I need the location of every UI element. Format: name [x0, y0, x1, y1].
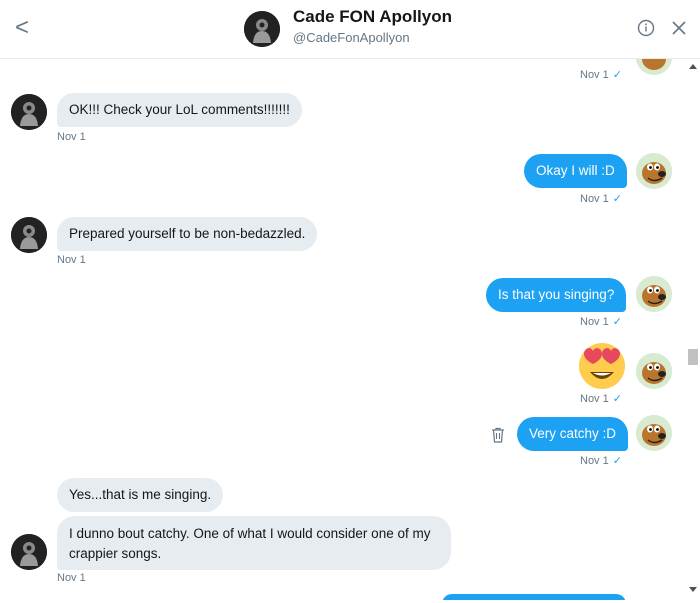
contact-name[interactable]: Cade FON Apollyon [293, 7, 452, 27]
message-list-scrollbar[interactable] [686, 59, 700, 600]
avatar-figure-icon [244, 11, 280, 47]
incoming-message-bubble[interactable]: I dunno bout catchy. One of what I would… [57, 516, 451, 570]
back-button[interactable]: < [12, 14, 32, 42]
heart-eyes-emoji-icon [582, 59, 622, 63]
info-icon[interactable] [637, 19, 655, 37]
avatar-figure-icon [11, 217, 47, 253]
scooby-avatar-icon [636, 276, 672, 312]
delete-message-icon[interactable] [491, 427, 505, 443]
outgoing-message-bubble[interactable]: Very catchy :D [517, 417, 629, 451]
contact-message-avatar[interactable] [11, 217, 47, 253]
message-timestamp: Nov 1 ✓ [580, 316, 622, 328]
message-timestamp: Nov 1 ✓ [580, 69, 622, 81]
outgoing-message-bubble[interactable] [442, 594, 626, 600]
message-timestamp: Nov 1 ✓ [580, 193, 622, 205]
contact-handle: @CadeFonApollyon [293, 30, 410, 45]
my-avatar[interactable] [636, 153, 672, 189]
scooby-avatar-icon [636, 153, 672, 189]
incoming-message-bubble[interactable]: OK!!! Check your LoL comments!!!!!!! [57, 93, 302, 127]
scooby-avatar-icon [636, 353, 672, 389]
scroll-up-icon[interactable] [689, 64, 697, 69]
avatar-figure-icon [11, 534, 47, 570]
contact-avatar[interactable] [244, 11, 280, 47]
outgoing-message-bubble[interactable]: Okay I will :D [524, 154, 627, 188]
incoming-message-bubble[interactable]: Prepared yourself to be non-bedazzled. [57, 217, 318, 251]
close-icon[interactable] [670, 19, 688, 37]
contact-message-avatar[interactable] [11, 94, 47, 130]
my-avatar[interactable] [636, 415, 672, 451]
message-timestamp: Nov 1 [57, 572, 86, 584]
message-timestamp: Nov 1 ✓ [580, 393, 622, 405]
avatar-figure-icon [11, 94, 47, 130]
message-timestamp: Nov 1 [57, 254, 86, 266]
outgoing-message-bubble[interactable]: Is that you singing? [486, 278, 627, 312]
contact-message-avatar[interactable] [11, 534, 47, 570]
message-timestamp: Nov 1 [57, 131, 86, 143]
message-list[interactable]: Nov 1 ✓ OK!!! Check your LoL comments!!!!… [0, 59, 686, 600]
scooby-avatar-icon [636, 59, 672, 75]
incoming-message-bubble[interactable]: Yes...that is me singing. [57, 478, 224, 512]
my-avatar[interactable] [636, 59, 672, 75]
heart-eyes-emoji-icon[interactable] [576, 340, 628, 390]
scroll-down-icon[interactable] [689, 587, 697, 592]
my-avatar[interactable] [636, 353, 672, 389]
scroll-thumb[interactable] [688, 349, 698, 365]
conversation-header: < Cade FON Apollyon @CadeFonApollyon [0, 0, 700, 59]
my-avatar[interactable] [636, 276, 672, 312]
message-timestamp: Nov 1 ✓ [580, 455, 622, 467]
scooby-avatar-icon [636, 415, 672, 451]
